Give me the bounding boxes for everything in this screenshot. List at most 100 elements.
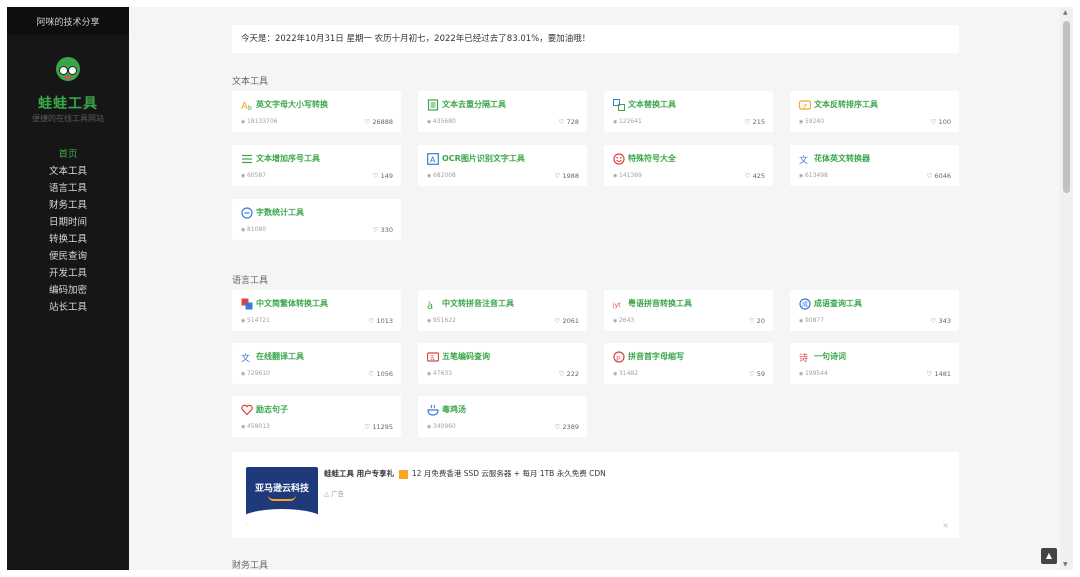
- translate-icon: 文: [241, 352, 250, 363]
- tool-title: 拼音首字母缩写: [628, 352, 684, 361]
- view-count: 2643: [613, 317, 634, 324]
- browser-viewport: 阿咪的技术分享 蛙蛙工具 便捷的在线工具网站 首页 文本工具 语言工具 财务工具…: [7, 7, 1073, 570]
- like-count[interactable]: 1481: [927, 370, 951, 378]
- fancy-text-icon: 文: [799, 154, 808, 165]
- like-count[interactable]: 11295: [364, 423, 393, 431]
- tool-card[interactable]: 成 成语查询工具 90877 343: [790, 290, 959, 331]
- tool-card[interactable]: 文本替换工具 122641 215: [604, 91, 773, 132]
- tool-card[interactable]: à 中文转拼音注音工具 951622 2061: [418, 290, 587, 331]
- view-count: 90877: [799, 317, 824, 324]
- amazon-smile-icon: [268, 495, 296, 501]
- tool-title: 励志句子: [256, 405, 288, 414]
- like-count[interactable]: 100: [931, 118, 951, 126]
- scroll-down-arrow-icon[interactable]: ▼: [1063, 561, 1068, 568]
- like-count[interactable]: 20: [749, 317, 765, 325]
- tool-title: 在线翻译工具: [256, 352, 304, 361]
- nav-finance-tools[interactable]: 财务工具: [7, 197, 129, 214]
- like-count[interactable]: 1988: [555, 172, 579, 180]
- date-banner: 今天是：2022年10月31日 星期一 农历十月初七，2022年已经过去了83.…: [232, 25, 959, 53]
- tool-card[interactable]: 五 五笔编码查询 47633 222: [418, 343, 587, 384]
- svg-text:↺: ↺: [802, 103, 807, 110]
- view-count: 47633: [427, 370, 452, 377]
- like-count[interactable]: 2389: [555, 423, 579, 431]
- tool-card[interactable]: p 拼音首字母缩写 31482 59: [604, 343, 773, 384]
- tool-title: 文本增加序号工具: [256, 154, 320, 163]
- like-count[interactable]: 2061: [555, 317, 579, 325]
- tool-card[interactable]: 毒鸡汤 340960 2389: [418, 396, 587, 437]
- tool-title: 花体英文转换器: [814, 154, 870, 163]
- tool-title: 字数统计工具: [256, 208, 304, 217]
- tool-card[interactable]: Ab 英文字母大小写转换 18133706 26888: [232, 91, 401, 132]
- svg-text:jyt: jyt: [613, 302, 621, 309]
- like-count[interactable]: 425: [745, 172, 765, 180]
- ad-image[interactable]: 亚马逊云科技: [246, 467, 318, 524]
- heart-icon: [241, 404, 253, 416]
- nav-language-tools[interactable]: 语言工具: [7, 180, 129, 197]
- ad-banner[interactable]: 亚马逊云科技 蛙蛙工具 用户专享礼 12 月免费香港 SSD 云服务器 + 每月…: [232, 452, 959, 538]
- nav-webmaster[interactable]: 站长工具: [7, 299, 129, 316]
- gift-badge-icon: [398, 469, 408, 479]
- svg-text:五: 五: [430, 356, 435, 362]
- ad-close-button[interactable]: ×: [942, 521, 949, 530]
- like-count[interactable]: 59: [749, 370, 765, 378]
- tool-card[interactable]: 诗 一句诗词 199544 1481: [790, 343, 959, 384]
- scroll-up-arrow-icon[interactable]: ▲: [1063, 9, 1068, 16]
- svg-text:à: à: [427, 300, 433, 310]
- view-count: 141369: [613, 172, 642, 179]
- view-count: 199544: [799, 370, 828, 377]
- tool-card[interactable]: 文 花体英文转换器 613498 6046: [790, 145, 959, 186]
- nav-datetime[interactable]: 日期时间: [7, 214, 129, 231]
- frog-logo-icon[interactable]: [56, 57, 80, 81]
- letter-case-icon: Ab: [241, 101, 252, 111]
- ad-text[interactable]: 蛙蛙工具 用户专享礼 12 月免费香港 SSD 云服务器 + 每月 1TB 永久…: [324, 468, 606, 479]
- brand-name[interactable]: 蛙蛙工具: [7, 93, 129, 113]
- tool-title: 文本去重分隔工具: [442, 100, 506, 109]
- cantonese-icon: jyt: [613, 302, 621, 309]
- tool-card[interactable]: 文本去重分隔工具 435680 728: [418, 91, 587, 132]
- like-count[interactable]: 215: [745, 118, 765, 126]
- simplified-traditional-icon: [241, 298, 253, 310]
- tool-title: 粤语拼音转换工具: [628, 299, 692, 308]
- smiley-icon: [613, 153, 625, 165]
- nav-text-tools[interactable]: 文本工具: [7, 163, 129, 180]
- like-count[interactable]: 1056: [369, 370, 393, 378]
- tool-card[interactable]: 特殊符号大全 141369 425: [604, 145, 773, 186]
- tool-card[interactable]: jyt 粤语拼音转换工具 2643 20: [604, 290, 773, 331]
- svg-text:文: 文: [241, 352, 250, 363]
- tool-title: 一句诗词: [814, 352, 846, 361]
- like-count[interactable]: 149: [373, 172, 393, 180]
- tool-card[interactable]: 中文简繁体转换工具 514721 1013: [232, 290, 401, 331]
- nav-encoding[interactable]: 编码加密: [7, 282, 129, 299]
- tool-card[interactable]: A OCR图片识别文字工具 682008 1988: [418, 145, 587, 186]
- section-title-finance-tools: 财务工具: [232, 561, 269, 570]
- tool-card[interactable]: 字数统计工具 81080 330: [232, 199, 401, 240]
- view-count: 682008: [427, 172, 456, 179]
- like-count[interactable]: 6046: [927, 172, 951, 180]
- tool-card[interactable]: 文本增加序号工具 60587 149: [232, 145, 401, 186]
- tool-card[interactable]: ↺ 文本反转排序工具 59240 100: [790, 91, 959, 132]
- view-count: 613498: [799, 172, 828, 179]
- like-count[interactable]: 222: [559, 370, 579, 378]
- like-count[interactable]: 343: [931, 317, 951, 325]
- tool-card[interactable]: 励志句子 458013 11295: [232, 396, 401, 437]
- view-count: 60587: [241, 172, 266, 179]
- soup-icon: [427, 404, 439, 416]
- like-count[interactable]: 330: [373, 226, 393, 234]
- like-count[interactable]: 728: [559, 118, 579, 126]
- nav-home[interactable]: 首页: [7, 146, 129, 163]
- view-count: 514721: [241, 317, 270, 324]
- scrollbar[interactable]: ▲ ▼: [1060, 7, 1073, 570]
- brand-tagline: 便捷的在线工具网站: [32, 114, 104, 123]
- nav-convert-tools[interactable]: 转换工具: [7, 231, 129, 248]
- scrollbar-thumb[interactable]: [1063, 21, 1070, 193]
- nav-dev-tools[interactable]: 开发工具: [7, 265, 129, 282]
- tool-card[interactable]: 文 在线翻译工具 729610 1056: [232, 343, 401, 384]
- svg-text:成: 成: [802, 301, 808, 309]
- like-count[interactable]: 1013: [369, 317, 393, 325]
- tool-title: OCR图片识别文字工具: [442, 154, 525, 163]
- back-to-top-button[interactable]: ▲: [1041, 548, 1057, 564]
- view-count: 59240: [799, 118, 824, 125]
- svg-text:诗: 诗: [799, 353, 808, 363]
- like-count[interactable]: 26888: [364, 118, 393, 126]
- nav-public-query[interactable]: 便民查询: [7, 248, 129, 265]
